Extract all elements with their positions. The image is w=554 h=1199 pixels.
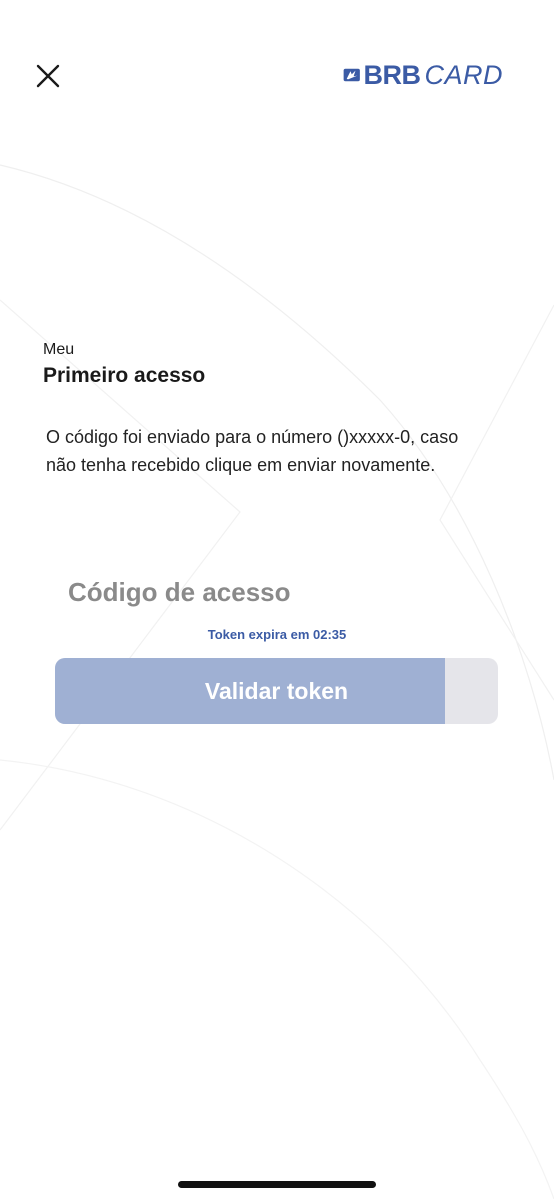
- home-indicator: [178, 1181, 376, 1188]
- brb-card-logo-mark-icon: [343, 68, 360, 82]
- sms-sent-message: O código foi enviado para o número ()xxx…: [46, 427, 459, 475]
- close-icon: [36, 64, 60, 88]
- token-expiry-timer: Token expira em 02:35: [207, 627, 347, 642]
- brb-card-logo: BRB CARD: [343, 58, 503, 92]
- close-button[interactable]: [30, 58, 66, 94]
- logo-brand-secondary: CARD: [424, 59, 503, 90]
- page-subtitle: Meu: [43, 341, 75, 358]
- validate-token-button[interactable]: Validar token: [55, 658, 498, 724]
- page-title: Primeiro acesso: [43, 364, 206, 387]
- validate-token-label: Validar token: [204, 678, 349, 704]
- access-code-input[interactable]: [68, 570, 488, 614]
- screen: BRB CARD Meu Primeiro acesso O código fo…: [0, 0, 554, 1199]
- logo-brand-primary: BRB: [363, 59, 421, 90]
